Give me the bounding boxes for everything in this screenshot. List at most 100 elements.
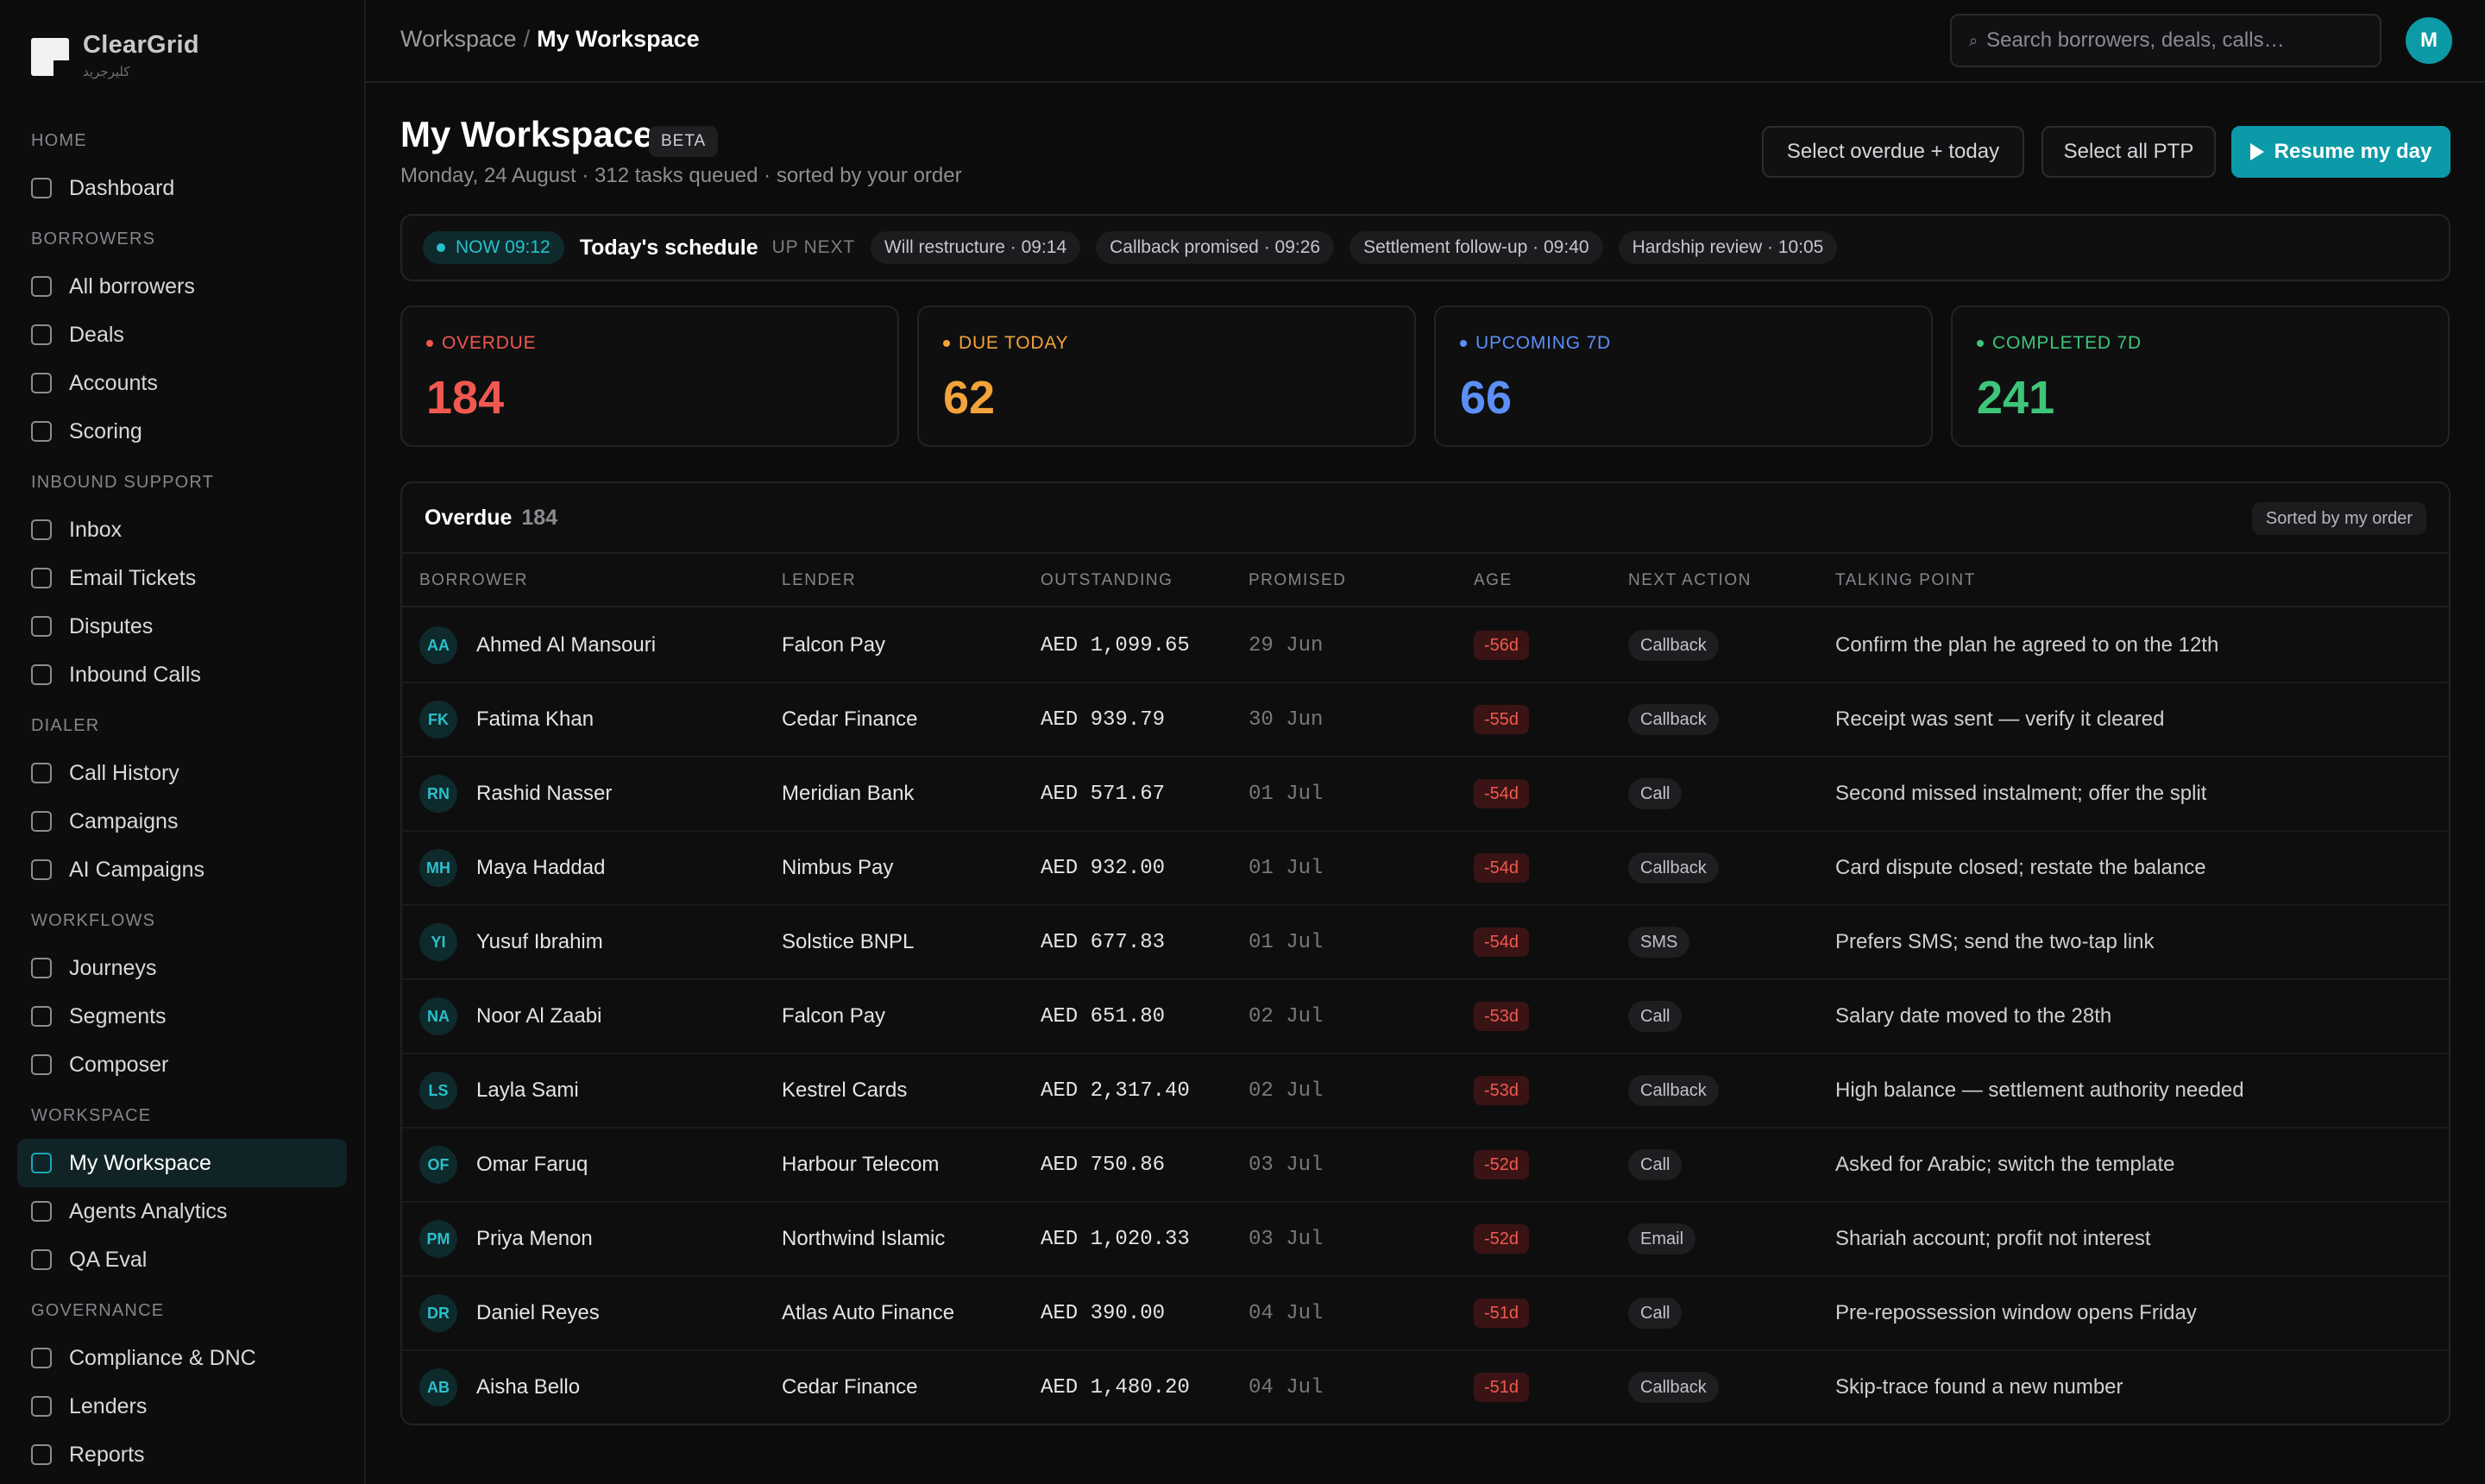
table-row[interactable]: YI Yusuf Ibrahim Solstice BNPL AED 677.83 01… <box>402 906 2449 980</box>
borrower-name[interactable]: Noor Al Zaabi <box>476 1004 601 1028</box>
table-row[interactable]: AA Ahmed Al Mansouri Falcon Pay AED 1,099.6… <box>402 609 2449 683</box>
overdue-table: Overdue 184 Sorted by my order BORROWER … <box>400 481 2450 1425</box>
borrower-avatar: RN <box>419 775 457 813</box>
cell-borrower: AB Aisha Bello <box>419 1351 580 1424</box>
sidebar-item-segments[interactable]: Segments <box>17 992 347 1041</box>
cell-talking-point-text: Receipt was sent — verify it cleared <box>1835 707 2165 731</box>
column-header-age[interactable]: AGE <box>1474 571 1513 590</box>
next-action-pill[interactable]: Callback <box>1628 704 1719 735</box>
sidebar-item-dashboard[interactable]: Dashboard <box>17 164 347 212</box>
next-action-pill[interactable]: SMS <box>1628 927 1690 958</box>
cell-promised: 01 Jul <box>1249 832 1323 904</box>
sidebar-item-label: AI Campaigns <box>69 857 205 882</box>
search-input[interactable] <box>1986 28 2350 53</box>
sidebar-item-scoring[interactable]: Scoring <box>17 407 347 456</box>
cell-lender-text: Nimbus Pay <box>782 856 894 879</box>
column-header-lender[interactable]: LENDER <box>782 571 856 590</box>
sidebar-item-label: Campaigns <box>69 808 179 833</box>
table-row[interactable]: LS Layla Sami Kestrel Cards AED 2,317.40 02 … <box>402 1054 2449 1129</box>
table-row[interactable]: FK Fatima Khan Cedar Finance AED 939.79 30 J… <box>402 683 2449 758</box>
schedule-chip[interactable]: Settlement follow-up · 09:40 <box>1349 231 1603 264</box>
schedule-chip[interactable]: Callback promised · 09:26 <box>1096 231 1335 264</box>
next-action-pill[interactable]: Call <box>1628 1149 1683 1180</box>
sidebar-item-email-tickets[interactable]: Email Tickets <box>17 554 347 602</box>
borrower-name[interactable]: Layla Sami <box>476 1078 579 1103</box>
cell-talking-point: Confirm the plan he agreed to on the 12t… <box>1835 609 2218 682</box>
table-row[interactable]: OF Omar Faruq Harbour Telecom AED 750.86 03 … <box>402 1129 2449 1203</box>
borrower-name[interactable]: Daniel Reyes <box>476 1301 600 1325</box>
sidebar-item-compliance-dnc[interactable]: Compliance & DNC <box>17 1334 347 1382</box>
stat-card-due-today[interactable]: DUE TODAY 62 <box>917 305 1416 447</box>
resume-my-day-button[interactable]: Resume my day <box>2231 126 2450 178</box>
sidebar-item-lenders[interactable]: Lenders <box>17 1382 347 1431</box>
sidebar-item-journeys[interactable]: Journeys <box>17 944 347 992</box>
sidebar-item-composer[interactable]: Composer <box>17 1041 347 1089</box>
status-dot-icon <box>943 340 950 347</box>
sidebar-item-reports[interactable]: Reports <box>17 1431 347 1479</box>
next-action-pill[interactable]: Call <box>1628 778 1683 809</box>
select-overdue-today-button[interactable]: Select overdue + today <box>1762 126 2024 178</box>
cell-talking-point-text: Prefers SMS; send the two-tap link <box>1835 930 2155 953</box>
age-badge: -52d <box>1474 1150 1530 1179</box>
sidebar-item-inbox[interactable]: Inbox <box>17 506 347 554</box>
column-header-talking-point[interactable]: TALKING POINT <box>1835 571 1976 590</box>
nav-section-title: BORROWERS <box>31 230 156 248</box>
sidebar-item-agents-analytics[interactable]: Agents Analytics <box>17 1187 347 1236</box>
select-all-ptp-button[interactable]: Select all PTP <box>2041 126 2216 178</box>
borrower-name[interactable]: Omar Faruq <box>476 1153 588 1177</box>
borrower-name[interactable]: Aisha Bello <box>476 1375 580 1399</box>
sidebar-item-deals[interactable]: Deals <box>17 311 347 359</box>
next-action-pill[interactable]: Callback <box>1628 1075 1719 1106</box>
column-header-promised[interactable]: PROMISED <box>1249 571 1346 590</box>
column-header-borrower[interactable]: BORROWER <box>419 571 528 590</box>
search-box[interactable]: ⌕ <box>1950 14 2381 67</box>
borrower-name[interactable]: Ahmed Al Mansouri <box>476 633 656 657</box>
sidebar-item-qa-eval[interactable]: QA Eval <box>17 1236 347 1284</box>
cell-promised-text: 29 Jun <box>1249 633 1324 657</box>
stat-card-overdue[interactable]: OVERDUE 184 <box>400 305 899 447</box>
borrower-name[interactable]: Maya Haddad <box>476 856 605 880</box>
cell-talking-point-text: Second missed instalment; offer the spli… <box>1835 782 2207 805</box>
sidebar-item-accounts[interactable]: Accounts <box>17 359 347 407</box>
sidebar-item-disputes[interactable]: Disputes <box>17 602 347 651</box>
table-row[interactable]: MH Maya Haddad Nimbus Pay AED 932.00 01 Jul -… <box>402 832 2449 906</box>
sidebar-item-ai-campaigns[interactable]: AI Campaigns <box>17 846 347 894</box>
next-action-pill[interactable]: Call <box>1628 1298 1683 1329</box>
table-row[interactable]: RN Rashid Nasser Meridian Bank AED 571.67 01… <box>402 758 2449 832</box>
sidebar-item-all-borrowers[interactable]: All borrowers <box>17 262 347 311</box>
sidebar-item-my-workspace[interactable]: My Workspace <box>17 1139 347 1187</box>
column-header-next-action[interactable]: NEXT ACTION <box>1628 571 1752 590</box>
borrower-name[interactable]: Priya Menon <box>476 1227 593 1251</box>
cell-talking-point-text: Card dispute closed; restate the balance <box>1835 856 2206 879</box>
schedule-chip[interactable]: Hardship review · 10:05 <box>1618 231 1838 264</box>
cell-lender: Harbour Telecom <box>782 1129 939 1201</box>
next-action-pill[interactable]: Callback <box>1628 630 1719 661</box>
schedule-chip[interactable]: Will restructure · 09:14 <box>870 231 1081 264</box>
next-action-pill[interactable]: Callback <box>1628 1372 1719 1403</box>
table-row[interactable]: NA Noor Al Zaabi Falcon Pay AED 651.80 02 Ju… <box>402 980 2449 1054</box>
table-row[interactable]: DR Daniel Reyes Atlas Auto Finance AED 390.… <box>402 1277 2449 1351</box>
borrower-name[interactable]: Yusuf Ibrahim <box>476 930 603 954</box>
sort-badge[interactable]: Sorted by my order <box>2251 502 2426 535</box>
column-header-outstanding[interactable]: OUTSTANDING <box>1041 571 1173 590</box>
stat-value: 184 <box>426 372 505 424</box>
checkbox-icon <box>31 1054 52 1075</box>
user-avatar[interactable]: M <box>2406 17 2452 64</box>
stat-card-upcoming[interactable]: UPCOMING 7D 66 <box>1434 305 1933 447</box>
breadcrumb-root[interactable]: Workspace <box>400 26 517 52</box>
sidebar-item-call-history[interactable]: Call History <box>17 749 347 797</box>
next-action-pill[interactable]: Call <box>1628 1001 1683 1032</box>
next-action-pill[interactable]: Callback <box>1628 852 1719 883</box>
sidebar-item-inbound-calls[interactable]: Inbound Calls <box>17 651 347 699</box>
borrower-name[interactable]: Rashid Nasser <box>476 782 612 806</box>
table-row[interactable]: PM Priya Menon Northwind Islamic AED 1,020.… <box>402 1203 2449 1277</box>
next-action-pill[interactable]: Email <box>1628 1223 1696 1254</box>
checkbox-icon <box>31 373 52 393</box>
sidebar-item-campaigns[interactable]: Campaigns <box>17 797 347 846</box>
cell-promised: 29 Jun <box>1249 609 1323 682</box>
borrower-name[interactable]: Fatima Khan <box>476 707 594 732</box>
stat-card-completed[interactable]: COMPLETED 7D 241 <box>1951 305 2450 447</box>
play-icon <box>2249 143 2264 160</box>
table-row[interactable]: AB Aisha Bello Cedar Finance AED 1,480.20 04… <box>402 1351 2449 1424</box>
cell-age: -54d <box>1474 832 1530 904</box>
